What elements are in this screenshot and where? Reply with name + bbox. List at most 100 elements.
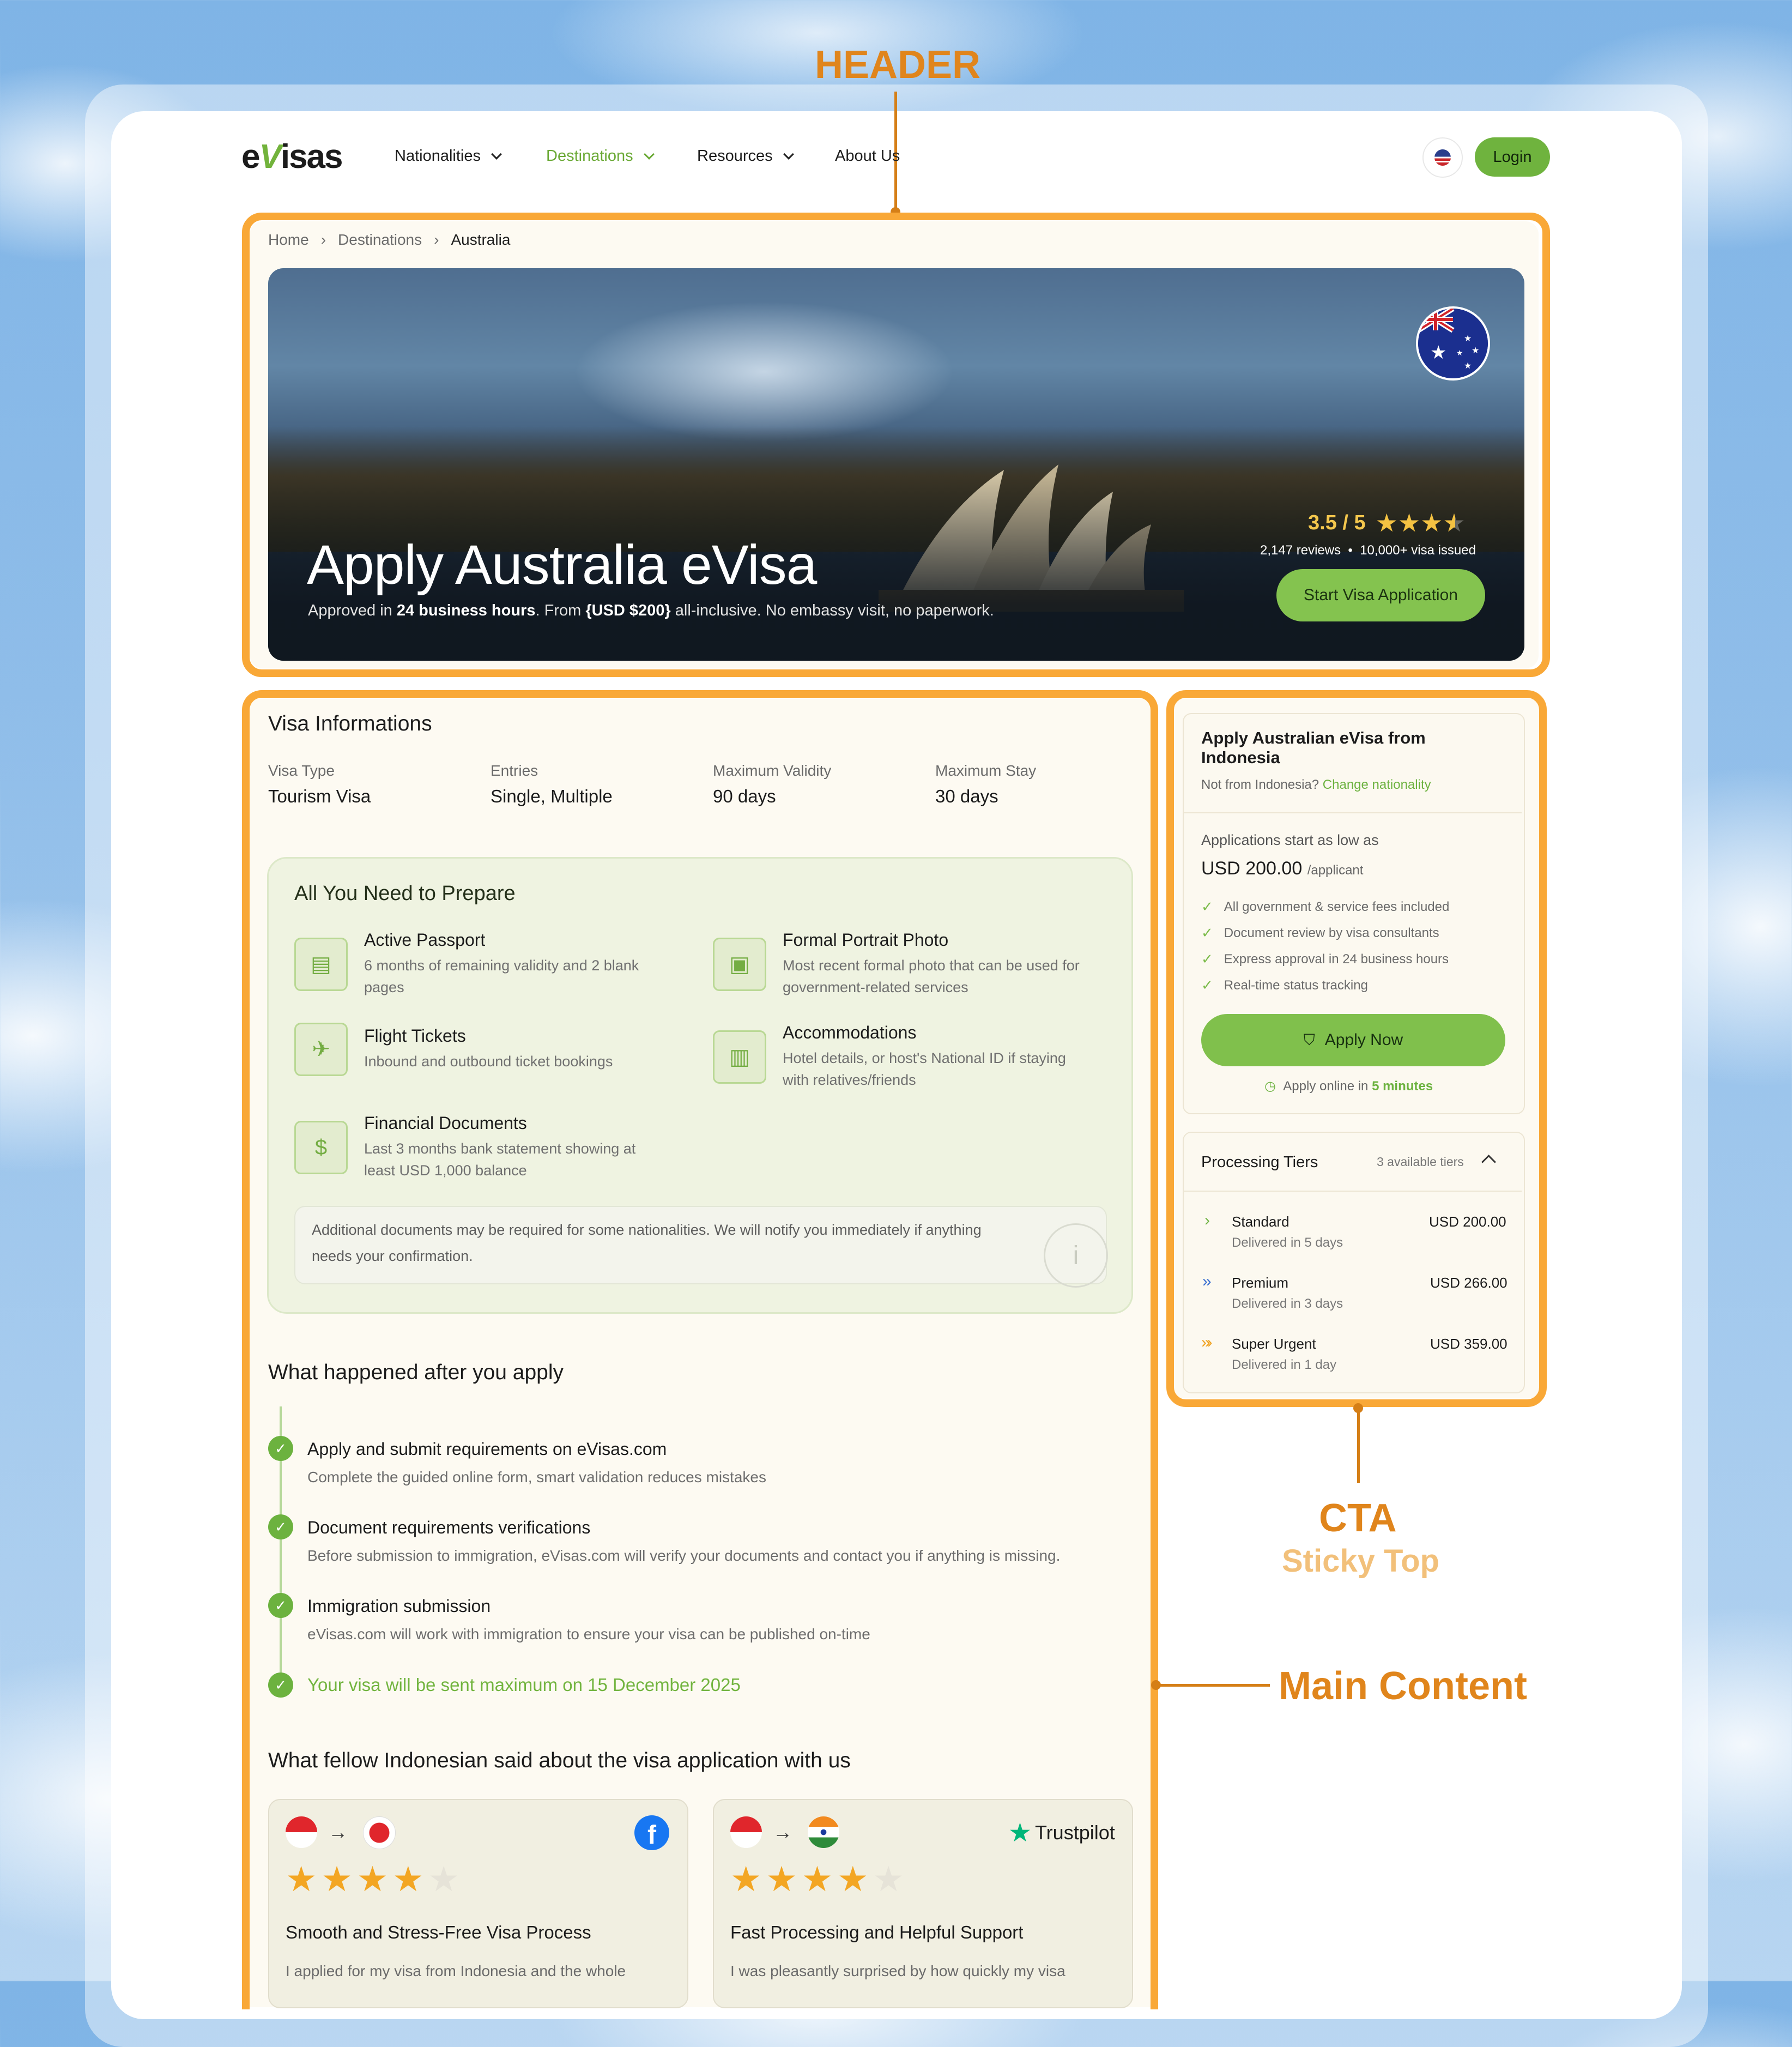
tier-premium[interactable]: Premium xyxy=(1232,1275,1288,1291)
breadcrumb: Home › Destinations › Australia xyxy=(268,231,510,249)
review-title: Fast Processing and Helpful Support xyxy=(730,1922,1024,1942)
visa-max-stay: Maximum Stay 30 days xyxy=(935,762,1037,806)
nav-about-us[interactable]: About Us xyxy=(835,147,900,165)
timer-icon: ◷ xyxy=(1264,1079,1276,1094)
nav-nationalities[interactable]: Nationalities xyxy=(395,147,502,165)
indonesia-flag-icon xyxy=(730,1816,762,1848)
visa-info-heading: Visa Informations xyxy=(268,712,432,735)
chevron-right-icon: › xyxy=(1204,1211,1210,1229)
step-1-title: Apply and submit requirements on eVisas.… xyxy=(307,1439,667,1459)
cta-feature: ✓ Document review by visa consultants xyxy=(1201,925,1439,941)
step-2-title: Document requirements verifications xyxy=(307,1518,591,1537)
visa-sent-date: Your visa will be sent maximum on 15 Dec… xyxy=(307,1675,741,1695)
chevron-down-icon xyxy=(783,148,794,160)
req-financial: Financial Documents Last 3 months bank st… xyxy=(364,1113,636,1179)
tier-premium-delivery: Delivered in 3 days xyxy=(1232,1296,1343,1311)
cta-divider xyxy=(1184,812,1522,813)
svg-text:★: ★ xyxy=(1472,346,1479,355)
apply-online-time: ◷ Apply online in 5 minutes xyxy=(1264,1079,1433,1094)
chevron-down-icon xyxy=(643,148,655,160)
nav-resources[interactable]: Resources xyxy=(697,147,794,165)
svg-text:★: ★ xyxy=(1464,334,1472,343)
review-card[interactable]: → ★ Trustpilot ★ ★ ★ ★ ★ Fast Processing and … xyxy=(713,1799,1133,2008)
check-icon: ✓ xyxy=(268,1436,293,1461)
hero-rating-meta: 2,147 reviews • 10,000+ visa issued xyxy=(1260,543,1476,558)
review-text: I applied for my visa from Indonesia and… xyxy=(286,1963,626,1979)
indonesia-flag-icon xyxy=(286,1816,317,1848)
triple-chevron-right-icon: »› xyxy=(1201,1333,1213,1351)
step-3-title: Immigration submission xyxy=(307,1596,491,1616)
arrow-right-icon: → xyxy=(773,1821,792,1843)
hero-rating: 3.5 / 5 ★★★★ xyxy=(1308,509,1466,537)
tier-standard[interactable]: Standard xyxy=(1232,1213,1289,1230)
breadcrumb-current: Australia xyxy=(451,231,511,248)
plane-icon: ✈ xyxy=(294,1023,348,1076)
req-passport: Active Passport 6 months of remaining val… xyxy=(364,930,639,995)
check-icon: ✓ xyxy=(1201,925,1213,941)
double-chevron-right-icon: » xyxy=(1202,1272,1212,1290)
tier-super-urgent[interactable]: Super Urgent xyxy=(1232,1336,1316,1352)
cta-feature: ✓ All government & service fees included xyxy=(1201,898,1450,915)
hero-title: Apply Australia eVisa xyxy=(307,534,817,596)
tier-super-urgent-price: USD 359.00 xyxy=(1430,1336,1508,1352)
cta-start-low: Applications start as low as xyxy=(1201,832,1379,848)
building-icon: ▥ xyxy=(713,1030,766,1084)
review-text: I was pleasantly surprised by how quickl… xyxy=(730,1963,1065,1979)
visa-entries: Entries Single, Multiple xyxy=(491,762,613,806)
check-icon: ✓ xyxy=(268,1593,293,1618)
tier-standard-price: USD 200.00 xyxy=(1429,1213,1506,1230)
req-accommodation: Accommodations Hotel details, or host's N… xyxy=(783,1023,1066,1088)
review-stars-icon: ★ ★ ★ ★ ★ xyxy=(730,1859,904,1899)
login-button[interactable]: Login xyxy=(1475,137,1550,177)
language-selector[interactable] xyxy=(1422,137,1463,178)
cta-title: Apply Australian eVisa from Indonesia xyxy=(1201,728,1426,767)
breadcrumb-home[interactable]: Home xyxy=(268,231,309,249)
svg-text:★: ★ xyxy=(1430,342,1446,363)
annotation-cta-sub: Sticky Top xyxy=(1282,1543,1439,1579)
portrait-icon: ▣ xyxy=(713,938,766,991)
shield-icon: ⛉ xyxy=(1303,1031,1315,1048)
check-icon: ✓ xyxy=(1201,898,1213,915)
logo[interactable]: eVisas xyxy=(241,137,343,176)
annotation-cta-line xyxy=(1357,1406,1360,1483)
breadcrumb-destinations[interactable]: Destinations xyxy=(338,231,422,249)
tiers-count: 3 available tiers xyxy=(1377,1155,1464,1169)
cta-feature: ✓ Express approval in 24 business hours xyxy=(1201,951,1449,967)
apply-now-button[interactable]: ⛉ Apply Now xyxy=(1201,1014,1505,1066)
review-card[interactable]: → f ★ ★ ★ ★ ★ Smooth and Stress-Free Visa Pr… xyxy=(268,1799,688,2008)
dollar-icon: $ xyxy=(294,1121,348,1174)
start-visa-application-button[interactable]: Start Visa Application xyxy=(1276,569,1485,621)
chevron-right-icon: › xyxy=(320,231,326,248)
trustpilot-icon: ★ Trustpilot xyxy=(1008,1819,1115,1847)
after-apply-heading: What happened after you apply xyxy=(268,1361,564,1384)
japan-flag-icon xyxy=(363,1816,396,1849)
visa-max-validity: Maximum Validity 90 days xyxy=(713,762,832,806)
nav-destinations[interactable]: Destinations xyxy=(546,147,655,165)
visa-type: Visa Type Tourism Visa xyxy=(268,762,371,806)
tiers-divider xyxy=(1184,1191,1522,1192)
prepare-heading: All You Need to Prepare xyxy=(294,882,516,905)
tier-super-urgent-delivery: Delivered in 1 day xyxy=(1232,1357,1337,1372)
review-stars-icon: ★ ★ ★ ★ ★ xyxy=(286,1859,459,1899)
cta-feature: ✓ Real-time status tracking xyxy=(1201,977,1368,993)
review-title: Smooth and Stress-Free Visa Process xyxy=(286,1922,591,1942)
req-photo: Formal Portrait Photo Most recent formal … xyxy=(783,930,1080,995)
facebook-icon: f xyxy=(634,1815,669,1850)
info-icon: i xyxy=(1044,1223,1108,1288)
reviews-heading: What fellow Indonesian said about the vi… xyxy=(268,1749,851,1772)
arrow-right-icon: → xyxy=(328,1821,348,1843)
annotation-cta-dot xyxy=(1353,1403,1363,1413)
svg-text:★: ★ xyxy=(1464,361,1472,371)
check-icon: ✓ xyxy=(268,1672,293,1698)
annotation-main-dot xyxy=(1151,1680,1161,1690)
change-nationality-link[interactable]: Change nationality xyxy=(1323,777,1431,792)
rating-stars-icon: ★★★★ xyxy=(1375,509,1466,537)
tier-standard-delivery: Delivered in 5 days xyxy=(1232,1235,1343,1250)
processing-tiers-heading: Processing Tiers xyxy=(1201,1154,1318,1171)
annotation-main: Main Content xyxy=(1279,1664,1527,1708)
cta-price: USD 200.00 /applicant xyxy=(1201,858,1364,879)
annotation-cta: CTA xyxy=(1319,1496,1397,1540)
annotation-main-line xyxy=(1155,1684,1270,1687)
req-flight: Flight Tickets Inbound and outbound ticke… xyxy=(364,1026,613,1070)
check-icon: ✓ xyxy=(1201,977,1213,993)
